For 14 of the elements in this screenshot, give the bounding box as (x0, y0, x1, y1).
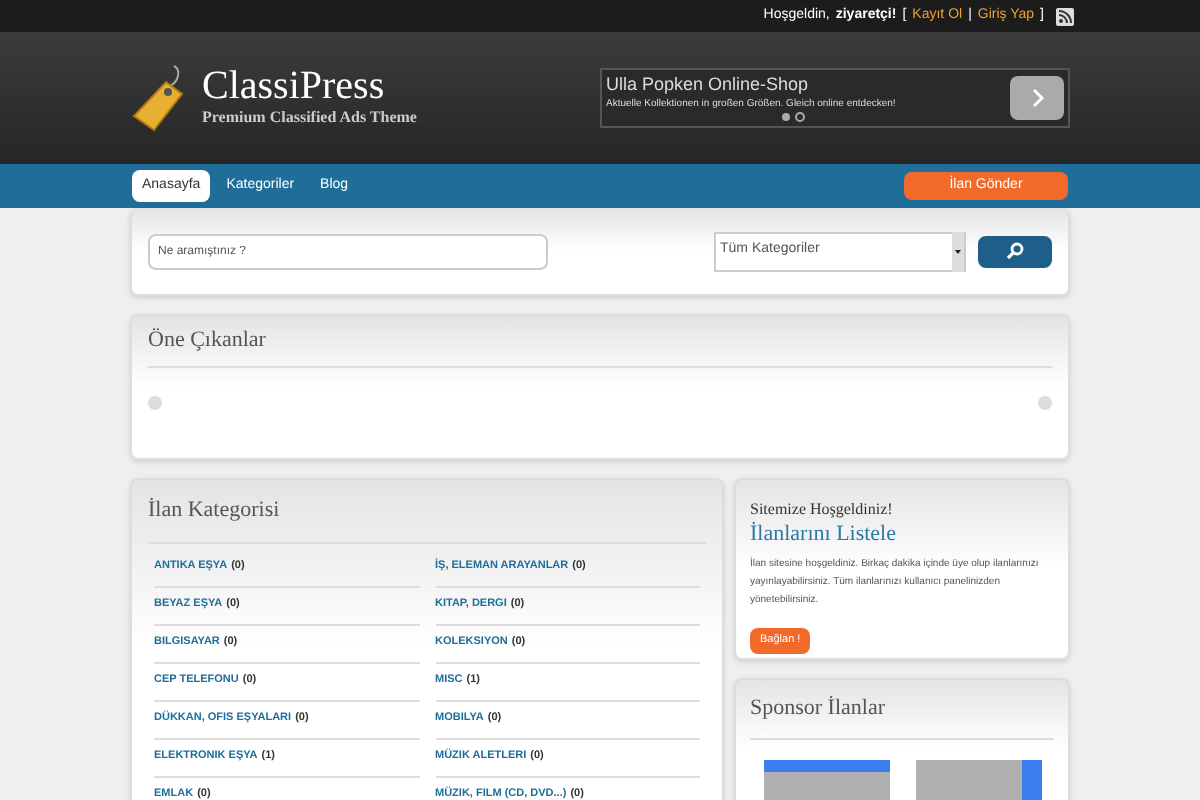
carousel-dots-icon (780, 112, 808, 122)
sponsor-title: Sponsor İlanlar (750, 680, 1054, 739)
search-icon (1006, 242, 1024, 260)
welcome-subheading: İlanlarını Listele (750, 522, 898, 546)
categories-title: İlan Kategorisi (148, 480, 706, 543)
logo-title[interactable]: ClassiPress (202, 66, 417, 106)
rss-icon[interactable] (1056, 7, 1074, 25)
welcome-heading: Sitemize Hoşgeldiniz! (750, 498, 895, 522)
featured-title: Öne Çıkanlar (148, 316, 1052, 367)
search-button[interactable] (978, 235, 1052, 267)
chevron-right-icon (1031, 88, 1043, 108)
logo-tagline: Premium Classified Ads Theme (202, 106, 417, 130)
ad-next-button[interactable] (1010, 76, 1064, 120)
ad-title: Ulla Popken Online-Shop (606, 74, 811, 96)
